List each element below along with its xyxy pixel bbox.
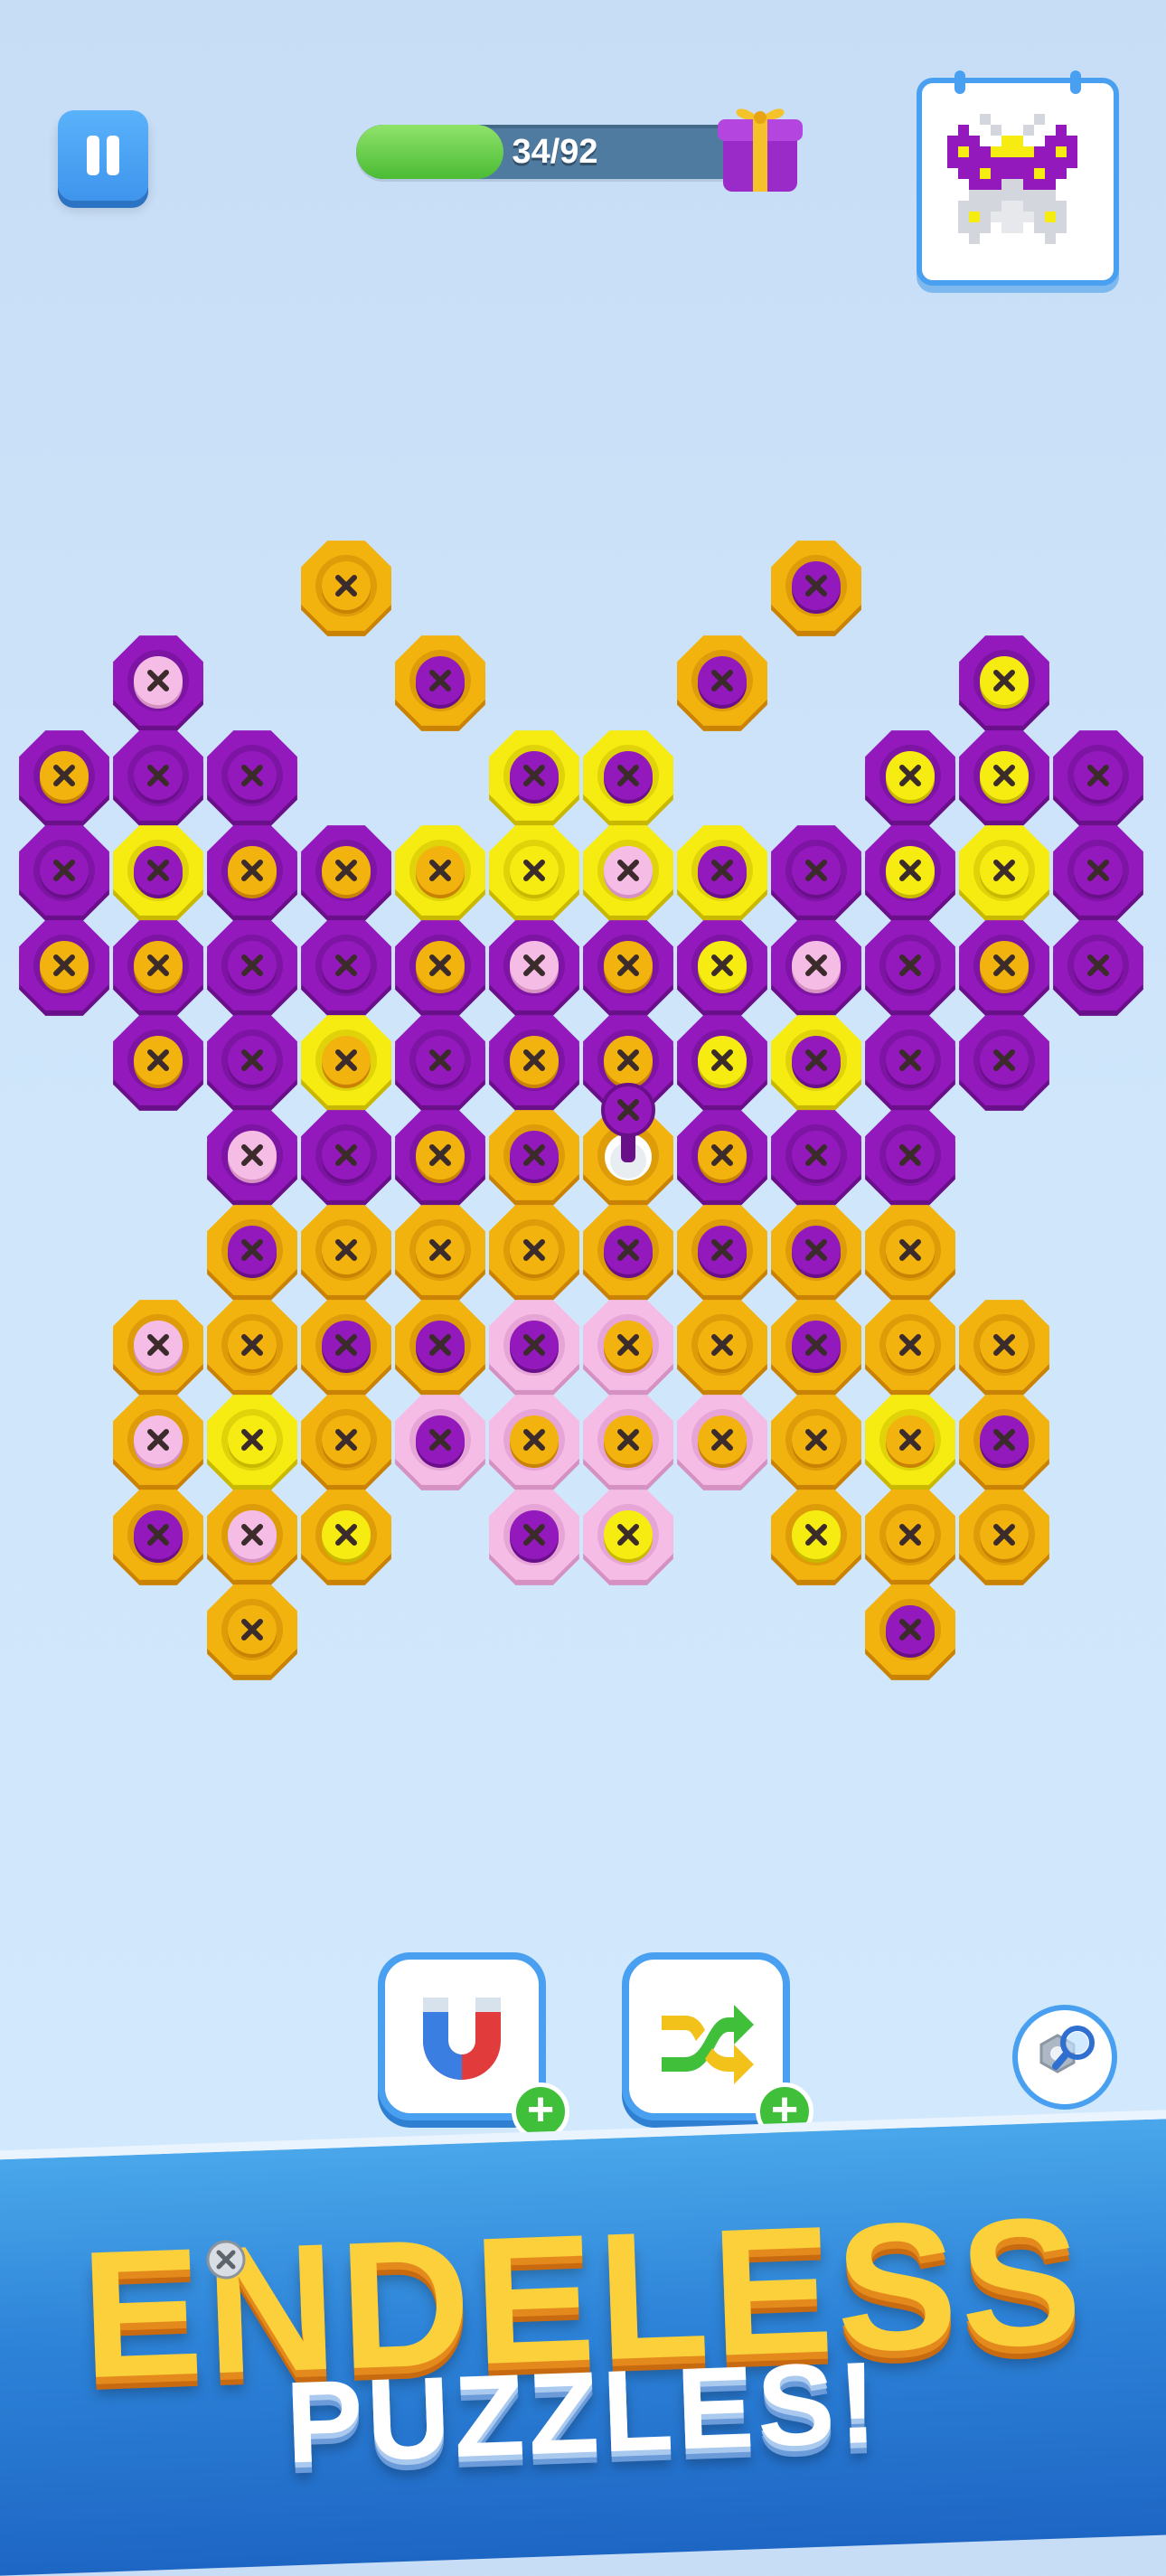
nut-orange[interactable] [489, 1205, 579, 1301]
nut-purple[interactable] [959, 635, 1049, 731]
nut-yellow[interactable] [489, 825, 579, 921]
nut-purple[interactable] [113, 730, 203, 826]
nut-orange[interactable] [959, 1300, 1049, 1396]
nut-orange[interactable] [677, 1205, 767, 1301]
nut-purple[interactable] [1053, 730, 1143, 826]
nut-yellow[interactable] [959, 825, 1049, 921]
nut-orange[interactable] [959, 1490, 1049, 1585]
nut-purple[interactable] [677, 1110, 767, 1206]
nut-yellow[interactable] [489, 730, 579, 826]
nut-purple[interactable] [677, 1015, 767, 1111]
nut-yellow[interactable] [113, 825, 203, 921]
nut-orange[interactable] [865, 1490, 955, 1585]
nut-yellow[interactable] [677, 825, 767, 921]
nut-pink[interactable] [583, 1395, 673, 1490]
nut-yellow[interactable] [301, 1015, 391, 1111]
nut-yellow[interactable] [207, 1395, 297, 1490]
nut-purple[interactable] [395, 920, 485, 1016]
nut-purple[interactable] [301, 920, 391, 1016]
nut-orange[interactable] [959, 1395, 1049, 1490]
nut-yellow[interactable] [583, 825, 673, 921]
nut-purple[interactable] [19, 730, 109, 826]
nut-purple[interactable] [865, 1110, 955, 1206]
nut-orange[interactable] [395, 635, 485, 731]
nut-purple[interactable] [207, 825, 297, 921]
nut-orange[interactable] [301, 1300, 391, 1396]
nut-pink[interactable] [395, 1395, 485, 1490]
nut-yellow[interactable] [771, 1015, 861, 1111]
nut-purple[interactable] [677, 920, 767, 1016]
nut-yellow[interactable] [865, 1395, 955, 1490]
nut-orange[interactable] [677, 635, 767, 731]
nut-purple[interactable] [1053, 825, 1143, 921]
nut-purple[interactable] [113, 1015, 203, 1111]
nut-orange[interactable] [207, 1584, 297, 1680]
nut-orange[interactable] [771, 541, 861, 636]
nut-purple[interactable] [865, 1015, 955, 1111]
nut-orange[interactable] [583, 1205, 673, 1301]
nut-orange[interactable] [301, 541, 391, 636]
nut-pink[interactable] [583, 1300, 673, 1396]
nut-purple[interactable] [207, 1015, 297, 1111]
magnet-booster-button[interactable]: + [378, 1952, 569, 2140]
nut-purple[interactable] [865, 730, 955, 826]
nut-orange[interactable] [113, 1300, 203, 1396]
nut-purple[interactable] [113, 920, 203, 1016]
nut-purple[interactable] [207, 920, 297, 1016]
nut-purple[interactable] [959, 1015, 1049, 1111]
nut-orange[interactable] [865, 1205, 955, 1301]
nut-purple[interactable] [771, 825, 861, 921]
nut-orange[interactable] [677, 1300, 767, 1396]
nut-yellow[interactable] [583, 730, 673, 826]
nut-orange[interactable] [113, 1395, 203, 1490]
nut-purple[interactable] [489, 920, 579, 1016]
nut-orange[interactable] [207, 1300, 297, 1396]
nut-purple[interactable] [771, 920, 861, 1016]
screw-icon [206, 2240, 246, 2280]
nut-purple[interactable] [583, 920, 673, 1016]
nut-orange[interactable] [301, 1490, 391, 1585]
nut-purple[interactable] [113, 635, 203, 731]
shuffle-booster-button[interactable]: + [622, 1952, 813, 2140]
nut-yellow[interactable] [395, 825, 485, 921]
nut-orange[interactable] [207, 1490, 297, 1585]
nut-orange[interactable] [771, 1490, 861, 1585]
nut-purple[interactable] [395, 1015, 485, 1111]
nut-pink[interactable] [489, 1300, 579, 1396]
nut-purple[interactable] [865, 825, 955, 921]
nut-purple[interactable] [207, 730, 297, 826]
nut-purple[interactable] [771, 1110, 861, 1206]
nut-orange[interactable] [771, 1205, 861, 1301]
nut-orange[interactable] [207, 1205, 297, 1301]
nut-orange[interactable] [489, 1110, 579, 1206]
magnet-icon [423, 1998, 501, 2080]
nut-magnifier-icon [1039, 2026, 1095, 2073]
nut-purple[interactable] [959, 730, 1049, 826]
nut-purple[interactable] [865, 920, 955, 1016]
nut-orange[interactable] [301, 1205, 391, 1301]
nut-purple[interactable] [19, 920, 109, 1016]
nut-purple[interactable] [959, 920, 1049, 1016]
nut-pink[interactable] [489, 1395, 579, 1490]
nut-purple[interactable] [207, 1110, 297, 1206]
nut-purple[interactable] [489, 1015, 579, 1111]
nut-orange[interactable] [113, 1490, 203, 1585]
nut-search-button[interactable] [1012, 2005, 1117, 2110]
nut-purple[interactable] [19, 825, 109, 921]
nut-pink[interactable] [677, 1395, 767, 1490]
nut-purple[interactable] [395, 1110, 485, 1206]
nut-pink[interactable] [489, 1490, 579, 1585]
nut-purple[interactable] [301, 825, 391, 921]
nut-pink[interactable] [583, 1490, 673, 1585]
nut-purple[interactable] [1053, 920, 1143, 1016]
nut-orange[interactable] [865, 1300, 955, 1396]
nut-orange[interactable] [771, 1395, 861, 1490]
nut-orange[interactable] [771, 1300, 861, 1396]
nut-orange[interactable] [395, 1300, 485, 1396]
shuffle-icon [662, 2005, 754, 2084]
nut-orange[interactable] [301, 1395, 391, 1490]
nut-orange[interactable] [395, 1205, 485, 1301]
nut-orange[interactable] [865, 1584, 955, 1680]
nut-purple[interactable] [301, 1110, 391, 1206]
